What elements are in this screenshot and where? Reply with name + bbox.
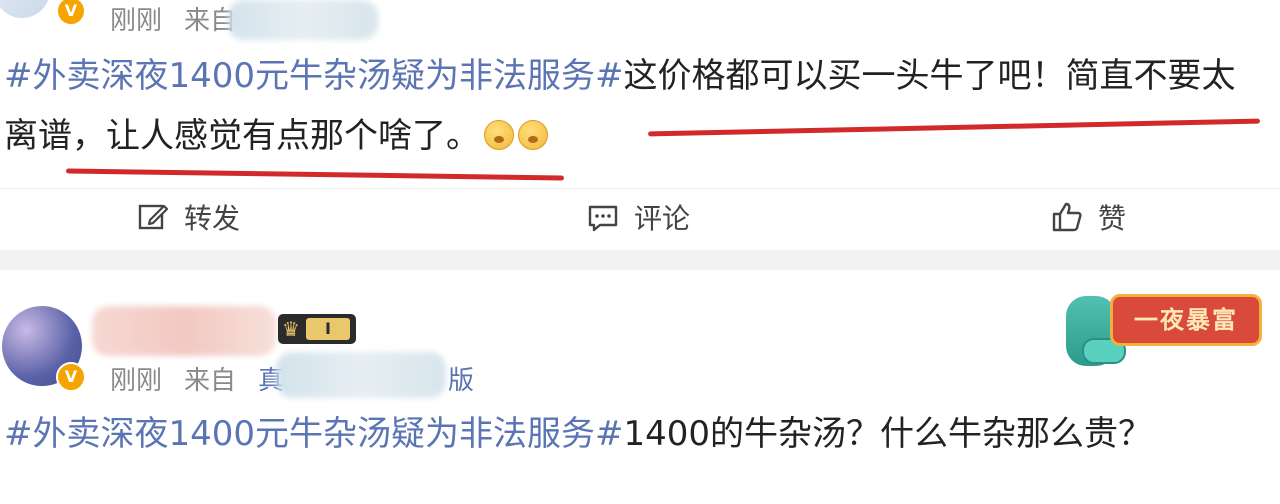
- comment-label: 评论: [634, 202, 691, 235]
- post-source-end[interactable]: 版: [448, 360, 474, 397]
- verified-badge-icon: V: [56, 0, 86, 26]
- post-text-line1: 这价格都可以买一头牛了吧！简直不要太: [623, 56, 1236, 96]
- card-separator: [0, 250, 1280, 270]
- red-underline: [65, 168, 565, 181]
- rank-badge: ♛ I: [278, 314, 356, 344]
- crown-icon: ♛: [282, 317, 300, 341]
- repost-button[interactable]: 转发: [136, 197, 240, 237]
- post-time: 刚刚: [110, 366, 163, 396]
- post-card-1: V 刚刚 来自 #外卖深夜1400元牛杂汤疑为非法服务#这价格都可以买一头牛了吧！…: [0, 0, 1280, 250]
- verified-badge-icon: V: [56, 362, 86, 392]
- comment-icon: [588, 205, 618, 232]
- post-source-label: 来自: [184, 366, 237, 396]
- emoji-icon: [518, 119, 548, 150]
- repost-label: 转发: [184, 202, 241, 235]
- post-content: 1400的牛杂汤？什么牛杂那么贵？: [623, 414, 1153, 454]
- blurred-username[interactable]: [92, 306, 276, 356]
- post-text-line2: 离谱，让人感觉有点那个啥了。: [4, 116, 480, 156]
- rank-level: I: [306, 318, 350, 340]
- post-text: #外卖深夜1400元牛杂汤疑为非法服务#这价格都可以买一头牛了吧！简直不要太 离…: [4, 46, 1280, 166]
- like-button[interactable]: 赞: [1050, 197, 1126, 237]
- blurred-source: [228, 0, 378, 40]
- hashtag-link[interactable]: #外卖深夜1400元牛杂汤疑为非法服务#: [4, 414, 624, 454]
- blurred-source: [276, 352, 446, 398]
- avatar[interactable]: [0, 0, 50, 18]
- edit-icon: [138, 204, 169, 230]
- decoration-text: 一夜暴富: [1110, 294, 1262, 346]
- decoration-badge: 一夜暴富: [1060, 276, 1270, 386]
- like-label: 赞: [1098, 202, 1127, 235]
- post-card-2: V ♛ I 刚刚 来自真 版 一夜暴富 #外卖深夜1400元牛杂汤疑为非法服务#1…: [0, 270, 1280, 504]
- post-text: #外卖深夜1400元牛杂汤疑为非法服务#1400的牛杂汤？什么牛杂那么贵？: [4, 404, 1280, 464]
- thumbs-up-icon: [1052, 202, 1082, 232]
- action-bar: 转发 评论 赞: [0, 188, 1280, 235]
- hashtag-link[interactable]: #外卖深夜1400元牛杂汤疑为非法服务#: [4, 56, 624, 96]
- comment-button[interactable]: 评论: [586, 197, 690, 237]
- emoji-icon: [484, 119, 514, 150]
- post-meta: 刚刚 来自真: [110, 360, 284, 397]
- post-time: 刚刚: [110, 6, 163, 36]
